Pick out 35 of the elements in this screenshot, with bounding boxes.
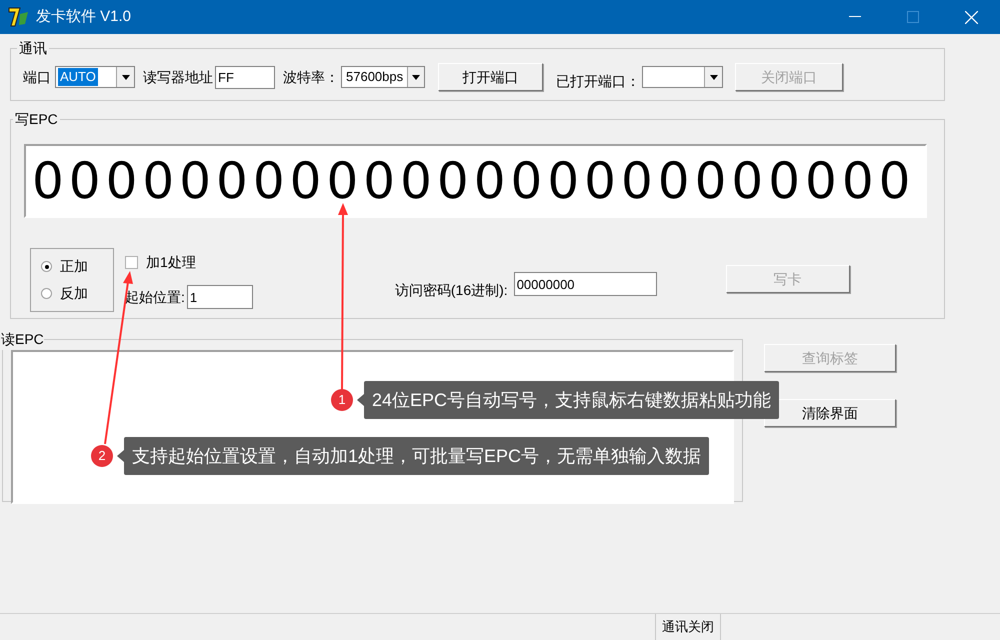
group-title: 通讯 bbox=[18, 39, 48, 58]
epc-display[interactable]: 000000000000000000000000 bbox=[24, 144, 927, 218]
caret-icon bbox=[116, 67, 134, 87]
window-title: 发卡软件 V1.0 bbox=[36, 6, 132, 27]
input-field[interactable]: 1 bbox=[186, 285, 253, 309]
field-label: 访问密码(16进制): bbox=[394, 281, 508, 300]
radio-button[interactable] bbox=[41, 288, 52, 299]
field-label: 读写器地址 bbox=[143, 68, 213, 86]
epc-value: 000000000000000000000000 bbox=[32, 151, 916, 212]
dropdown[interactable]: AUTO bbox=[55, 66, 135, 88]
radio-option[interactable]: 反加 bbox=[41, 283, 113, 304]
checkbox[interactable] bbox=[125, 256, 138, 269]
group-title: 读EPC bbox=[1, 330, 44, 349]
input-field[interactable]: FF bbox=[215, 66, 275, 88]
field-label: 端口 bbox=[23, 68, 51, 86]
checkbox-label: 加1处理 bbox=[146, 253, 196, 272]
push-button[interactable]: 打开端口 bbox=[438, 63, 543, 91]
close-icon[interactable] bbox=[964, 10, 978, 24]
radio-option[interactable]: 正加 bbox=[41, 256, 113, 277]
dropdown[interactable] bbox=[642, 66, 723, 88]
field-label: 波特率： bbox=[283, 68, 339, 86]
minimize-icon[interactable] bbox=[849, 16, 861, 18]
selected-value: 57600bps bbox=[345, 68, 404, 86]
caret-icon bbox=[704, 67, 722, 87]
field-label: 已打开端口： bbox=[556, 72, 640, 90]
status-text: 通讯关闭 bbox=[655, 614, 721, 640]
dropdown[interactable]: 57600bps bbox=[341, 66, 425, 88]
logo-icon bbox=[8, 6, 30, 28]
callout-text: 24位EPC号自动写号，支持鼠标右键数据粘贴功能 bbox=[364, 381, 780, 419]
input-field[interactable]: 00000000 bbox=[514, 272, 657, 296]
selected-value: AUTO bbox=[58, 68, 98, 86]
callout-text: 支持起始位置设置，自动加1处理，可批量写EPC号，无需单独输入数据 bbox=[124, 437, 710, 475]
radio-button[interactable] bbox=[41, 261, 52, 272]
group-title: 写EPC bbox=[14, 110, 59, 129]
caret-icon bbox=[407, 67, 424, 87]
